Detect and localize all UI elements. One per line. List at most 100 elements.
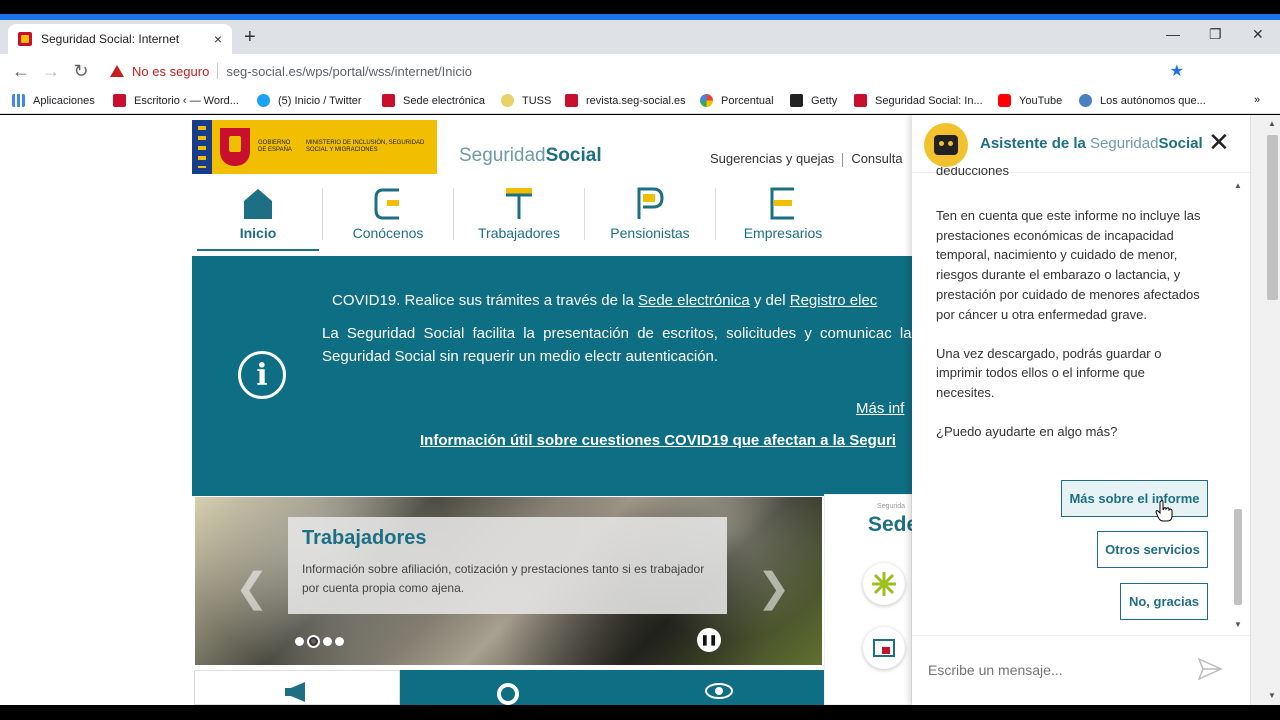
nav-label: Trabajadores <box>478 225 560 241</box>
page-scroll-thumb[interactable] <box>1267 135 1278 300</box>
headline-text: COVID19. Realice sus trámites a través d… <box>332 292 638 309</box>
t-letter-icon <box>454 183 584 223</box>
e-letter-icon <box>718 183 848 223</box>
bookmark-item[interactable]: YouTube <box>998 94 1062 107</box>
bookmark-item[interactable]: Escritorio ‹ — Word... <box>113 94 239 107</box>
logo-bold-text: Social <box>545 145 602 166</box>
bookmark-item[interactable]: Getty <box>790 94 837 107</box>
p-letter-icon <box>585 183 715 223</box>
sede-electronica-link[interactable]: Sede electrónica <box>638 292 750 309</box>
bookmark-label: Los autónomos que... <box>1100 94 1206 107</box>
youtube-icon <box>998 94 1011 107</box>
nav-inicio[interactable]: Inicio <box>197 183 319 251</box>
carousel-pause-icon[interactable]: ❚❚ <box>697 628 721 652</box>
forward-icon[interactable]: → <box>36 61 66 82</box>
send-icon[interactable] <box>1197 657 1223 685</box>
reload-icon[interactable]: ↻ <box>66 61 96 82</box>
bookmark-item[interactable]: Porcentual <box>700 94 774 107</box>
chat-message-input[interactable] <box>928 656 1188 684</box>
home-icon <box>197 183 319 223</box>
scroll-down-icon[interactable]: ▼ <box>1234 620 1242 629</box>
bookmark-item[interactable]: Sede electrónica <box>382 94 485 107</box>
close-tab-icon[interactable]: × <box>214 31 222 47</box>
bookmark-item[interactable]: Aplicaciones <box>12 94 95 107</box>
restore-icon[interactable]: ❐ <box>1209 26 1222 43</box>
os-top-bar <box>0 0 1280 14</box>
seguridad-social-logo[interactable]: SeguridadSocial <box>459 145 602 167</box>
page-scroll-down-icon[interactable]: ▼ <box>1268 691 1276 700</box>
mas-info-link[interactable]: Más inf <box>856 400 904 417</box>
bookmark-label: Escritorio ‹ — Word... <box>134 94 239 107</box>
mas-sobre-informe-button[interactable]: Más sobre el informe <box>1061 480 1208 517</box>
bookmark-item[interactable]: revista.seg-social.es <box>565 94 686 107</box>
registro-link[interactable]: Registro elec <box>790 292 878 309</box>
security-warning[interactable]: No es seguro <box>110 64 209 79</box>
browser-tab[interactable]: Seguridad Social: Internet × <box>8 24 232 54</box>
bookmark-label: YouTube <box>1019 94 1063 107</box>
bookmark-item[interactable]: Seguridad Social: In... <box>854 94 983 107</box>
chat-cut-line: deducciones <box>936 167 1009 177</box>
nav-pensionistas[interactable]: Pensionistas <box>585 183 715 251</box>
tab-title: Seguridad Social: Internet <box>41 32 180 46</box>
bookmark-item[interactable]: (5) Inicio / Twitter <box>257 94 362 107</box>
sugerencias-link[interactable]: Sugerencias y quejas <box>710 151 834 166</box>
chat-title-bold: Social <box>1158 135 1203 152</box>
security-label: No es seguro <box>132 63 210 79</box>
minimize-icon[interactable]: — <box>1166 26 1180 42</box>
chat-title-light: Seguridad <box>1090 135 1159 152</box>
no-gracias-button[interactable]: No, gracias <box>1120 583 1208 620</box>
address-bar[interactable]: No es seguro seg-social.es/wps/portal/ws… <box>104 58 1214 84</box>
nav-label: Pensionistas <box>610 225 690 241</box>
chat-scroll-thumb[interactable] <box>1234 509 1242 605</box>
chat-header: Asistente de la SeguridadSocial ✕ <box>912 115 1250 173</box>
spain-flag-icon <box>18 32 32 46</box>
bookmarks-more-icon[interactable]: » <box>1254 94 1260 106</box>
bookmark-label: TUSS <box>522 94 552 107</box>
government-label: GOBIERNO DE ESPAÑA <box>258 140 292 153</box>
coat-of-arms-icon <box>220 128 250 166</box>
carousel-prev-icon[interactable]: ❮ <box>235 565 269 611</box>
sede-service-icon[interactable] <box>863 563 905 605</box>
os-bottom-bar <box>0 705 1280 720</box>
bot-message: ¿Puedo ayudarte en algo más? <box>936 424 1118 440</box>
otros-servicios-button[interactable]: Otros servicios <box>1097 531 1208 568</box>
lifebuoy-icon[interactable] <box>496 682 520 705</box>
nav-divider <box>715 188 716 240</box>
back-icon[interactable]: ← <box>6 61 36 82</box>
new-tab-icon[interactable]: + <box>244 26 256 49</box>
eu-flag-strip <box>192 120 212 174</box>
sede-certificate-icon[interactable] <box>863 627 905 669</box>
scroll-up-icon[interactable]: ▲ <box>1234 181 1242 190</box>
government-logo[interactable]: GOBIERNO DE ESPAÑA MINISTERIO DE INCLUSI… <box>192 120 437 174</box>
window-close-icon[interactable]: ✕ <box>1252 26 1264 43</box>
eye-icon[interactable] <box>704 682 734 705</box>
nav-conocenos[interactable]: Conócenos <box>323 183 453 251</box>
nav-label: Inicio <box>239 225 277 241</box>
covid-info-link[interactable]: Información útil sobre cuestiones COVID1… <box>420 432 896 449</box>
bookmark-item[interactable]: Los autónomos que... <box>1079 94 1206 107</box>
bookmark-star-icon[interactable]: ★ <box>1170 61 1184 81</box>
link-divider <box>842 152 844 167</box>
bookmark-item[interactable]: TUSS <box>501 94 551 107</box>
nav-label: Empresarios <box>743 225 823 241</box>
page-scrollbar[interactable]: ▲ ▼ <box>1250 115 1280 705</box>
megaphone-icon[interactable] <box>283 682 311 705</box>
consulta-link[interactable]: Consulta <box>851 151 902 166</box>
chat-close-icon[interactable]: ✕ <box>1208 129 1230 155</box>
carousel-dot[interactable] <box>335 637 344 646</box>
carousel-caption[interactable]: Trabajadores Información sobre afiliació… <box>288 517 727 614</box>
nav-empresarios[interactable]: Empresarios <box>718 183 848 251</box>
carousel-dot-active[interactable] <box>307 635 320 648</box>
page-scroll-up-icon[interactable]: ▲ <box>1268 119 1276 128</box>
nav-trabajadores[interactable]: Trabajadores <box>454 183 584 251</box>
c-letter-icon <box>323 183 453 223</box>
getty-icon <box>790 94 803 107</box>
chat-scrollbar[interactable]: ▲ ▼ <box>1230 177 1244 632</box>
bookmark-label: Aplicaciones <box>33 94 95 107</box>
carousel-dot[interactable] <box>323 637 332 646</box>
carousel-next-icon[interactable]: ❯ <box>757 565 791 611</box>
bookmark-label: Porcentual <box>721 94 774 107</box>
carousel-dot[interactable] <box>295 637 304 646</box>
robot-avatar-icon <box>924 123 968 167</box>
chat-messages: Ten en cuenta que este informe no incluy… <box>936 206 1206 462</box>
